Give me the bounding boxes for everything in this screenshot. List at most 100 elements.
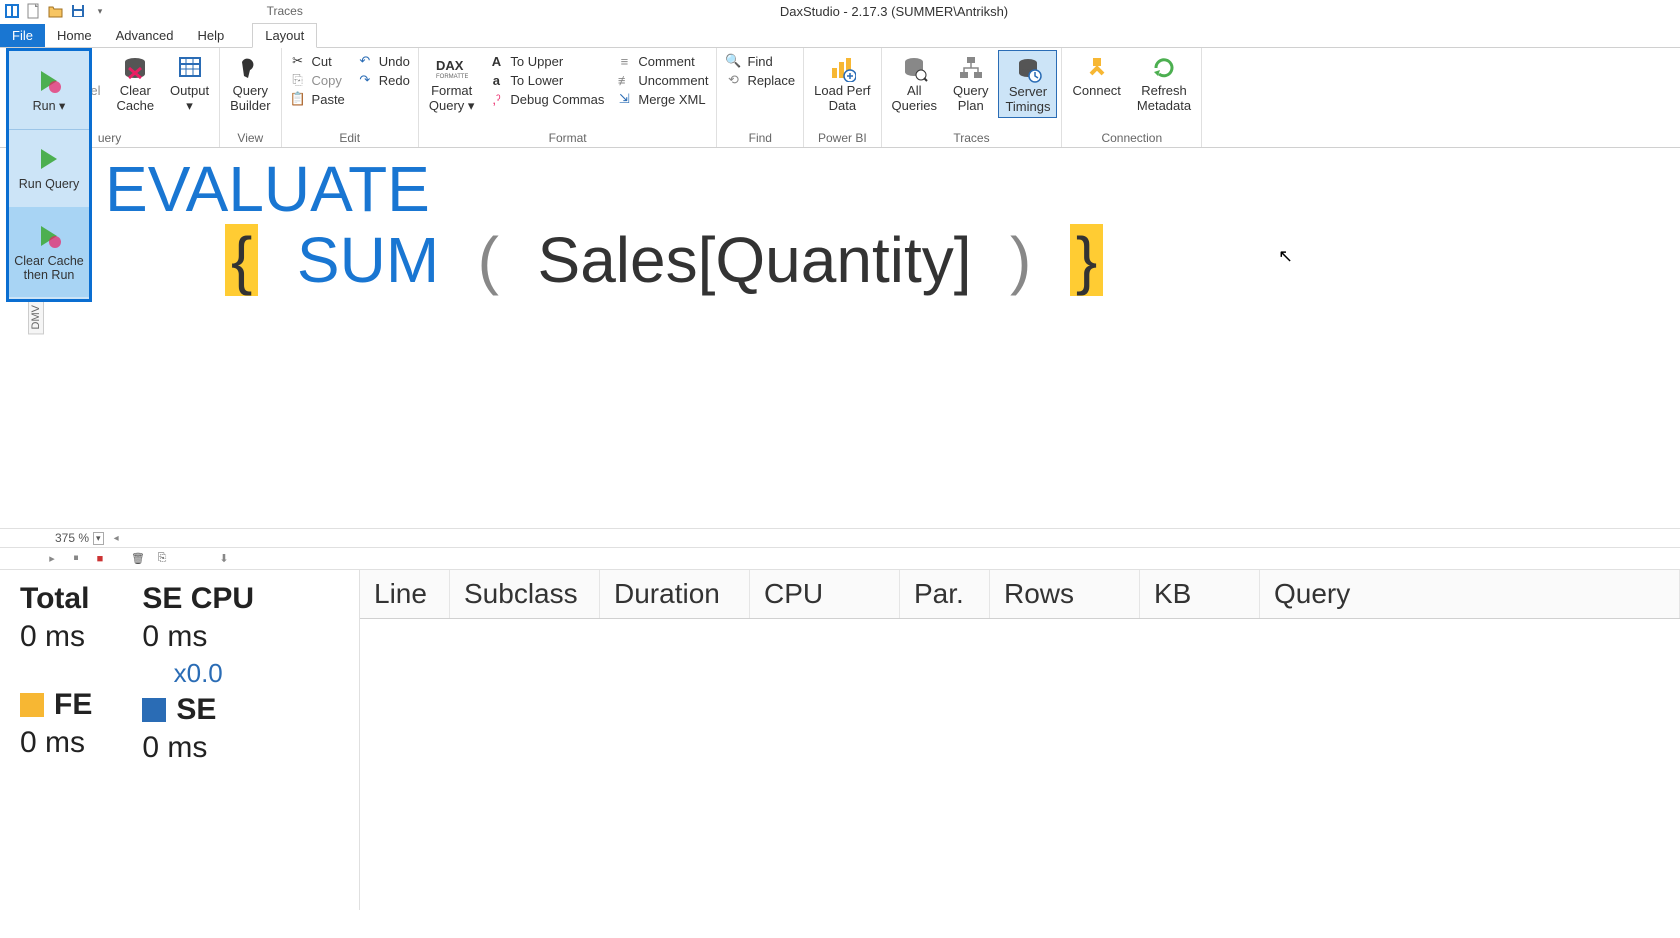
ribbon-group-traces-label: Traces (886, 131, 1058, 147)
query-plan-button[interactable]: Query Plan (947, 50, 994, 116)
play-trace-icon[interactable]: ▸ (44, 551, 60, 567)
ribbon-group-edit: ✂Cut ⎘Copy 📋Paste ↶Undo ↷Redo Edit (282, 48, 419, 147)
run-query-option[interactable]: Run Query (9, 129, 89, 207)
stop-trace-icon[interactable]: ■ (92, 551, 108, 567)
comment-button[interactable]: ≡Comment (612, 52, 712, 70)
scroll-left-icon[interactable]: ◂ (114, 533, 119, 544)
refresh-metadata-button[interactable]: Refresh Metadata (1131, 50, 1197, 116)
timing-grid[interactable]: Line Subclass Duration CPU Par. Rows KB … (360, 570, 1680, 910)
col-subclass[interactable]: Subclass (450, 570, 600, 618)
col-cpu[interactable]: CPU (750, 570, 900, 618)
connect-icon (1081, 52, 1113, 84)
pause-trace-icon[interactable]: ⏸ (68, 551, 84, 567)
code-editor[interactable]: DMV EVALUATE { SUM ( Sales[Quantity] ) }… (0, 148, 1680, 528)
col-par[interactable]: Par. (900, 570, 990, 618)
output-button[interactable]: Output ▾ (164, 50, 215, 116)
paste-icon: 📋 (290, 91, 306, 107)
run-button-in-panel[interactable]: Run ▾ (9, 51, 89, 129)
to-upper-button[interactable]: ATo Upper (484, 52, 608, 70)
server-timings-icon (1012, 53, 1044, 85)
clear-cache-button[interactable]: Clear Cache (110, 50, 160, 116)
code-line-1: EVALUATE (105, 154, 1680, 225)
undo-icon: ↶ (357, 53, 373, 69)
open-file-icon[interactable] (48, 3, 64, 19)
se-swatch-icon (142, 698, 166, 722)
ribbon-group-find-label: Find (721, 131, 799, 147)
output-icon (174, 52, 206, 84)
ribbon-group-connection-label: Connection (1066, 131, 1197, 147)
to-lower-button[interactable]: aTo Lower (484, 71, 608, 89)
clear-results-icon[interactable]: 🗑 (130, 551, 146, 567)
find-button[interactable]: 🔍Find (721, 52, 799, 70)
fe-value: 0 ms (20, 726, 92, 760)
clear-cache-then-run-option[interactable]: Clear Cache then Run (9, 207, 89, 297)
grid-header-row: Line Subclass Duration CPU Par. Rows KB … (360, 570, 1680, 619)
load-perf-icon (826, 52, 858, 84)
cut-button[interactable]: ✂Cut (286, 52, 349, 70)
merge-xml-icon: ⇲ (616, 91, 632, 107)
col-query[interactable]: Query (1260, 570, 1680, 618)
all-queries-button[interactable]: All Queries (886, 50, 944, 116)
tab-file[interactable]: File (0, 24, 45, 47)
undo-button[interactable]: ↶Undo (353, 52, 414, 70)
server-timings-button[interactable]: Server Timings (998, 50, 1057, 118)
secpu-value: 0 ms (142, 620, 254, 654)
run-dropdown-panel: Run ▾ Run Query Clear Cache then Run (6, 48, 92, 302)
col-kb[interactable]: KB (1140, 570, 1260, 618)
redo-button[interactable]: ↷Redo (353, 71, 414, 89)
copy-button[interactable]: ⎘Copy (286, 71, 349, 89)
dmv-sidebar-tab[interactable]: DMV (28, 300, 44, 334)
ribbon-group-powerbi: Load Perf Data Power BI (804, 48, 881, 147)
secpu-label: SE CPU (142, 582, 254, 616)
ribbon-group-format-label: Format (423, 131, 713, 147)
redo-icon: ↷ (357, 72, 373, 88)
copy-results-icon[interactable]: ⎘ (154, 551, 170, 567)
ribbon-group-view-label: View (224, 131, 276, 147)
merge-xml-button[interactable]: ⇲Merge XML (612, 90, 712, 108)
quick-access-toolbar: ▾ (4, 3, 108, 19)
ribbon: Run ▾ Cancel Clear Cache Output ▾ uery Q… (0, 48, 1680, 148)
query-plan-icon (955, 52, 987, 84)
tab-home[interactable]: Home (45, 24, 104, 47)
tab-help[interactable]: Help (185, 24, 236, 47)
query-builder-button[interactable]: Query Builder (224, 50, 276, 116)
cut-icon: ✂ (290, 53, 306, 69)
all-queries-icon (898, 52, 930, 84)
debug-commas-icon: ,ˀ (488, 91, 504, 107)
code-line-2: { SUM ( Sales[Quantity] ) } (105, 225, 1680, 296)
col-rows[interactable]: Rows (990, 570, 1140, 618)
col-line[interactable]: Line (360, 570, 450, 618)
dax-formatter-icon: DAXFORMATTER (436, 52, 468, 84)
export-results-icon[interactable]: ⬇ (216, 551, 232, 567)
connect-button[interactable]: Connect (1066, 50, 1126, 101)
ribbon-group-edit-label: Edit (286, 131, 414, 147)
replace-button[interactable]: ⟲Replace (721, 71, 799, 89)
paste-button[interactable]: 📋Paste (286, 90, 349, 108)
to-upper-icon: A (488, 53, 504, 69)
se-label: SE (176, 693, 216, 727)
total-value: 0 ms (20, 620, 92, 654)
replace-icon: ⟲ (725, 72, 741, 88)
col-duration[interactable]: Duration (600, 570, 750, 618)
zoom-value: 375 % (55, 531, 89, 545)
window-title: DaxStudio - 2.17.3 (SUMMER\Antriksh) (108, 4, 1680, 19)
run-icon (35, 67, 63, 95)
new-file-icon[interactable] (26, 3, 42, 19)
ribbon-group-find: 🔍Find ⟲Replace Find (717, 48, 804, 147)
find-icon: 🔍 (725, 53, 741, 69)
qat-dropdown-icon[interactable]: ▾ (92, 3, 108, 19)
timing-stats: Total 0 ms FE 0 ms SE CPU 0 ms x0.0 SE 0… (0, 570, 360, 910)
zoom-dropdown-icon[interactable]: ▾ (93, 532, 104, 545)
debug-commas-button[interactable]: ,ˀDebug Commas (484, 90, 608, 108)
tab-advanced[interactable]: Advanced (104, 24, 186, 47)
save-icon[interactable] (70, 3, 86, 19)
format-query-button[interactable]: DAXFORMATTER Format Query ▾ (423, 50, 481, 116)
uncomment-button[interactable]: ≢Uncomment (612, 71, 712, 89)
results-toolbar: ▸ ⏸ ■ 🗑 ⎘ ⬇ (0, 548, 1680, 570)
ribbon-group-connection: Connect Refresh Metadata Connection (1062, 48, 1202, 147)
load-perf-data-button[interactable]: Load Perf Data (808, 50, 876, 116)
ribbon-group-powerbi-label: Power BI (808, 131, 876, 147)
tab-layout[interactable]: Layout (252, 23, 317, 48)
context-tab-label: Traces (252, 4, 317, 18)
zoom-bar: 375 % ▾ ◂ (0, 528, 1680, 548)
